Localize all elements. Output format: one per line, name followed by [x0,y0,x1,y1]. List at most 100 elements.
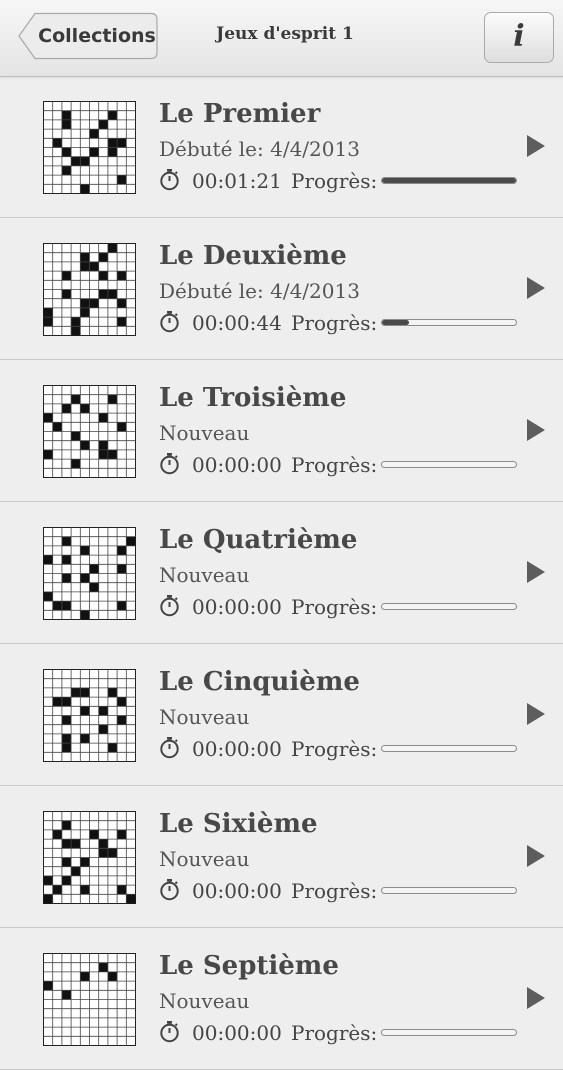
black-cell [117,317,127,327]
puzzle-thumbnail [43,101,136,194]
black-cell [61,839,72,849]
black-cell [98,724,108,734]
progress-fill [382,320,409,325]
disclosure-arrow-icon[interactable] [527,987,545,1009]
black-cell [71,394,81,404]
black-cell [117,885,127,895]
back-button-collections[interactable]: Collections [18,12,158,60]
elapsed-time: 00:00:00 [192,595,282,619]
black-cell [61,820,72,830]
info-button[interactable]: i [484,12,554,63]
black-cell [71,839,81,849]
puzzle-name: Le Troisième [159,383,347,413]
black-cell [89,147,99,157]
puzzle-row[interactable]: Le Premier Débuté le: 4/4/2013 00:01:21 Pro… [0,76,563,218]
black-cell [43,591,53,602]
black-cell [61,165,72,176]
puzzle-row[interactable]: Le Quatrième Nouveau 00:00:00 Progrès: [0,502,563,644]
progress-fill [382,178,516,183]
black-cell [98,271,108,281]
black-cell [107,449,118,460]
black-cell [71,317,81,327]
black-cell [61,990,72,1000]
black-cell [107,394,118,404]
puzzle-row[interactable]: Le Sixième Nouveau 00:00:00 Progrès: [0,786,563,928]
puzzle-row[interactable]: Le Cinquième Nouveau 00:00:00 Progrès: [0,644,563,786]
stopwatch-icon [160,595,179,617]
stopwatch-icon [160,311,179,333]
black-cell [80,440,90,450]
black-cell [98,706,108,716]
black-cell [80,687,90,698]
black-cell [61,601,72,611]
black-cell [98,848,108,858]
black-cell [89,564,99,574]
black-cell [117,271,127,281]
black-cell [80,298,90,308]
black-cell [117,829,127,840]
black-cell [89,298,99,308]
elapsed-time: 00:00:00 [192,879,282,903]
elapsed-time: 00:00:00 [192,453,282,477]
black-cell [98,839,108,849]
puzzle-thumbnail [43,527,136,620]
black-cell [80,545,90,556]
elapsed-time: 00:00:00 [192,737,282,761]
black-cell [52,829,62,840]
black-cell [61,875,72,886]
black-cell [80,885,90,895]
black-cell [80,610,90,620]
black-cell [80,403,90,414]
progress-bar [381,319,517,326]
black-cell [117,175,127,185]
puzzle-name: Le Sixième [159,809,318,839]
black-cell [107,243,118,253]
black-cell [71,459,81,469]
black-cell [117,138,127,148]
puzzle-row[interactable]: Le Troisième Nouveau 00:00:00 Progrès: [0,360,563,502]
black-cell [126,894,136,904]
black-cell [80,252,90,262]
puzzle-thumbnail [43,811,136,904]
progress-bar [381,177,517,184]
black-cell [98,119,108,130]
progress-label: Progrès: [291,169,378,193]
black-cell [80,706,90,716]
black-cell [52,138,62,148]
black-cell [107,687,118,698]
puzzle-status: Nouveau [159,421,250,445]
black-cell [71,687,81,698]
black-cell [61,715,72,725]
disclosure-arrow-icon[interactable] [527,845,545,867]
disclosure-arrow-icon[interactable] [527,703,545,725]
elapsed-time: 00:00:44 [192,311,282,335]
puzzle-thumbnail [43,243,136,336]
stopwatch-icon [160,453,179,475]
disclosure-arrow-icon[interactable] [527,419,545,441]
black-cell [98,440,108,450]
puzzle-name: Le Deuxième [159,241,347,271]
black-cell [98,449,108,460]
disclosure-arrow-icon[interactable] [527,561,545,583]
puzzle-row[interactable]: Le Deuxième Débuté le: 4/4/2013 00:00:44 Pr… [0,218,563,360]
puzzle-row[interactable]: Le Septième Nouveau 00:00:00 Progrès: [0,928,563,1070]
stopwatch-icon [160,169,179,191]
black-cell [107,110,118,120]
nav-bar: Collections Jeux d'esprit 1 i [0,0,563,77]
black-cell [61,119,72,130]
black-cell [61,697,72,707]
black-cell [89,829,99,840]
black-cell [80,857,90,867]
black-cell [107,971,118,982]
puzzle-status: Nouveau [159,563,250,587]
black-cell [61,555,72,565]
black-cell [43,875,53,886]
black-cell [80,184,90,194]
puzzle-thumbnail [43,669,136,762]
black-cell [117,715,127,725]
disclosure-arrow-icon[interactable] [527,277,545,299]
black-cell [107,848,118,858]
black-cell [117,601,127,611]
black-cell [80,573,90,583]
disclosure-arrow-icon[interactable] [527,135,545,157]
